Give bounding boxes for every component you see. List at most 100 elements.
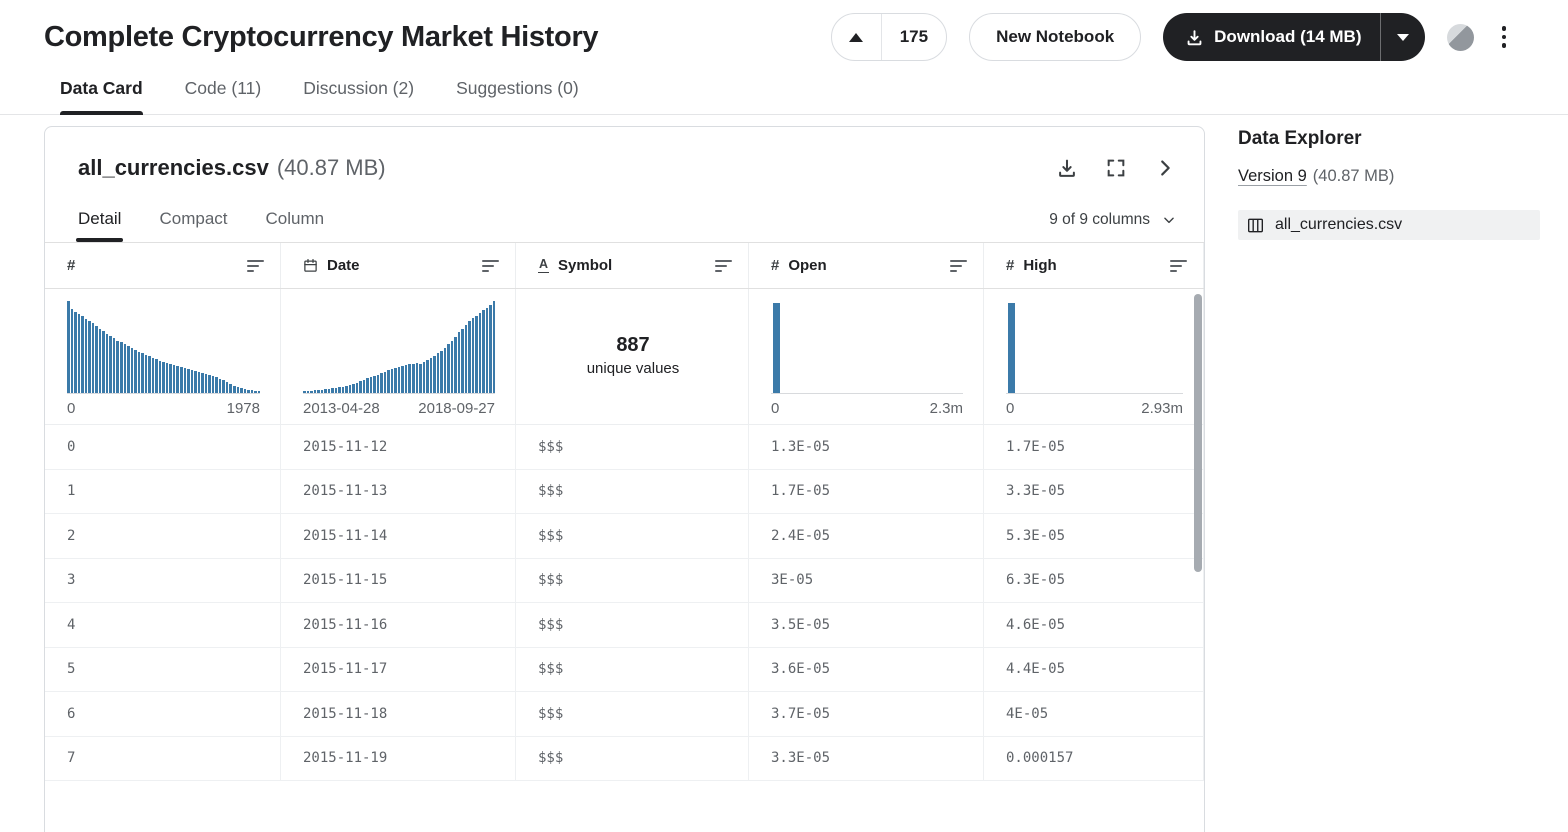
- axis-max-label: 2018-09-27: [418, 400, 495, 417]
- download-file-icon[interactable]: [1056, 157, 1078, 179]
- table-row: 4 2015-11-16 $$$ 3.5E-05 4.6E-05: [45, 603, 1204, 648]
- table-cell-index: 6: [45, 692, 281, 736]
- table-cell-high: 4.6E-05: [984, 603, 1204, 647]
- data-explorer-sidebar: Data Explorer Version 9 (40.87 MB) all_cu…: [1238, 126, 1540, 240]
- column-header-high[interactable]: # High: [984, 243, 1204, 288]
- new-notebook-button[interactable]: New Notebook: [969, 13, 1142, 61]
- data-table: # Date A Symbol # Open # High 0 1978 2013-04-28 20…: [45, 242, 1204, 781]
- download-button[interactable]: Download (14 MB): [1163, 13, 1379, 61]
- table-cell-high: 4E-05: [984, 692, 1204, 736]
- sidebar-title: Data Explorer: [1238, 128, 1362, 149]
- sidebar-file-name: all_currencies.csv: [1275, 216, 1403, 233]
- table-cell-index: 3: [45, 558, 281, 602]
- tab-suggestions[interactable]: Suggestions (0): [456, 78, 579, 114]
- table-cell-date: 2015-11-15: [281, 558, 516, 602]
- sort-icon[interactable]: [247, 259, 264, 272]
- numeric-type-icon: #: [1006, 257, 1015, 274]
- page-title: Complete Cryptocurrency Market History: [44, 20, 599, 53]
- version-line: Version 9 (40.87 MB): [1238, 167, 1540, 186]
- string-type-icon: A: [538, 257, 550, 273]
- version-link[interactable]: Version 9: [1238, 167, 1307, 185]
- file-size: (40.87 MB): [276, 155, 386, 180]
- column-header-symbol[interactable]: A Symbol: [516, 243, 749, 288]
- chevron-right-icon[interactable]: [1154, 157, 1176, 179]
- file-title: all_currencies.csv (40.87 MB): [78, 155, 386, 181]
- download-options-button[interactable]: [1381, 13, 1425, 61]
- table-cell-symbol: $$$: [516, 514, 749, 558]
- table-cell-symbol: $$$: [516, 425, 749, 469]
- sidebar-file-item[interactable]: all_currencies.csv: [1238, 210, 1540, 240]
- column-label: Open: [788, 257, 827, 274]
- upvote-button[interactable]: [832, 14, 882, 60]
- histogram-axis-labels: 0 2.3m: [771, 400, 963, 417]
- histogram-row: 0 1978 2013-04-28 2018-09-27 887 unique value…: [45, 289, 1204, 425]
- download-split-button: Download (14 MB): [1163, 13, 1425, 61]
- download-icon: [1185, 28, 1204, 47]
- data-preview-card: all_currencies.csv (40.87 MB) Detail Com…: [44, 126, 1205, 832]
- table-row: 7 2015-11-19 $$$ 3.3E-05 0.000157: [45, 736, 1204, 781]
- tab-discussion[interactable]: Discussion (2): [303, 78, 414, 114]
- tab-code[interactable]: Code (11): [185, 78, 262, 114]
- table-row: 3 2015-11-15 $$$ 3E-05 6.3E-05: [45, 558, 1204, 603]
- table-cell-date: 2015-11-19: [281, 736, 516, 780]
- table-cell-date: 2015-11-18: [281, 692, 516, 736]
- upvote-arrow-icon: [849, 32, 864, 42]
- sort-icon[interactable]: [950, 259, 967, 272]
- sort-icon[interactable]: [482, 259, 499, 272]
- table-cell-high: 1.7E-05: [984, 425, 1204, 469]
- columns-selector[interactable]: 9 of 9 columns: [1049, 211, 1176, 242]
- sort-icon[interactable]: [715, 259, 732, 272]
- table-row: 0 2015-11-12 $$$ 1.3E-05 1.7E-05: [45, 425, 1204, 470]
- table-cell-index: 0: [45, 425, 281, 469]
- table-cell-high: 4.4E-05: [984, 647, 1204, 691]
- upvote-widget: 175: [830, 13, 948, 61]
- fullscreen-icon[interactable]: [1105, 157, 1127, 179]
- top-bar: Complete Cryptocurrency Market History 1…: [0, 0, 1568, 62]
- vertical-scrollbar[interactable]: [1194, 294, 1202, 572]
- unique-caption: unique values: [586, 360, 680, 377]
- table-cell-index: 5: [45, 647, 281, 691]
- column-header-open[interactable]: # Open: [749, 243, 984, 288]
- table-cell-open: 1.7E-05: [749, 469, 984, 513]
- table-cell-high: 0.000157: [984, 736, 1204, 780]
- table-row: 1 2015-11-13 $$$ 1.7E-05 3.3E-05: [45, 469, 1204, 514]
- file-name: all_currencies.csv: [78, 155, 269, 180]
- caret-down-icon: [1396, 33, 1409, 41]
- axis-min-label: 0: [1006, 400, 1015, 417]
- view-tab-compact[interactable]: Compact: [159, 209, 227, 242]
- table-cell-date: 2015-11-13: [281, 469, 516, 513]
- calendar-icon: [303, 258, 318, 273]
- unique-values-stat: 887 unique values: [538, 301, 728, 424]
- column-header-index[interactable]: #: [45, 243, 281, 288]
- table-cell-symbol: $$$: [516, 469, 749, 513]
- column-header-date[interactable]: Date: [281, 243, 516, 288]
- column-label: High: [1023, 257, 1057, 274]
- axis-max-label: 2.3m: [929, 400, 963, 417]
- page-tabs: Data Card Code (11) Discussion (2) Sugge…: [0, 78, 1568, 115]
- histogram-plot: [1006, 301, 1183, 394]
- table-cell-symbol: $$$: [516, 647, 749, 691]
- histogram-axis-labels: 2013-04-28 2018-09-27: [303, 400, 495, 417]
- table-cell-index: 7: [45, 736, 281, 780]
- columns-selector-label: 9 of 9 columns: [1049, 211, 1150, 228]
- more-options-button[interactable]: [1496, 22, 1513, 52]
- axis-max-label: 2.93m: [1141, 400, 1183, 417]
- table-header-row: # Date A Symbol # Open # High: [45, 243, 1204, 289]
- header-actions: 175 New Notebook Download (14 MB): [830, 13, 1513, 61]
- upvote-count[interactable]: 175: [882, 27, 946, 47]
- table-cell-open: 3.6E-05: [749, 647, 984, 691]
- histogram-axis-labels: 0 2.93m: [1006, 400, 1183, 417]
- histogram-index: 0 1978: [45, 289, 281, 424]
- user-avatar[interactable]: [1446, 23, 1474, 51]
- view-tab-column[interactable]: Column: [266, 209, 325, 242]
- histogram-axis-labels: 0 1978: [67, 400, 260, 417]
- table-cell-date: 2015-11-14: [281, 514, 516, 558]
- table-cell-high: 6.3E-05: [984, 558, 1204, 602]
- sort-icon[interactable]: [1170, 259, 1187, 272]
- table-row: 2 2015-11-14 $$$ 2.4E-05 5.3E-05: [45, 514, 1204, 559]
- table-columns-icon: [1248, 218, 1263, 232]
- tab-data-card[interactable]: Data Card: [60, 78, 143, 115]
- axis-min-label: 0: [67, 400, 76, 417]
- table-cell-high: 3.3E-05: [984, 469, 1204, 513]
- view-tab-detail[interactable]: Detail: [75, 209, 124, 242]
